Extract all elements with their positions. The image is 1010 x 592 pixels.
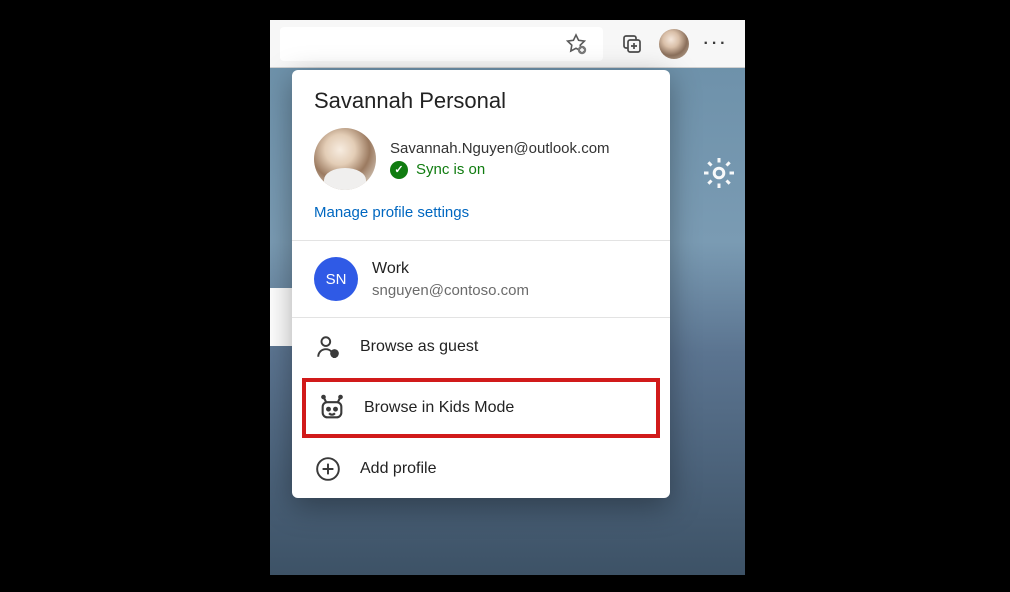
profile-button[interactable]	[655, 25, 693, 63]
browse-as-guest-item[interactable]: ? Browse as guest	[292, 318, 670, 376]
kids-mode-icon	[318, 394, 346, 422]
svg-text:?: ?	[333, 352, 337, 359]
more-button[interactable]: ···	[697, 25, 735, 63]
add-profile-label: Add profile	[360, 460, 437, 478]
collections-icon	[620, 32, 644, 56]
browse-as-guest-label: Browse as guest	[360, 338, 478, 356]
collections-button[interactable]	[613, 25, 651, 63]
profile-info: Savannah.Nguyen@outlook.com ✓ Sync is on	[390, 140, 610, 179]
work-profile-item[interactable]: SN Work snguyen@contoso.com	[292, 241, 670, 317]
settings-gear-icon	[701, 155, 737, 191]
browse-kids-mode-item[interactable]: Browse in Kids Mode	[302, 378, 660, 438]
manage-profile-link[interactable]: Manage profile settings	[314, 204, 469, 221]
current-profile-section: Savannah Personal Savannah.Nguyen@outloo…	[292, 70, 670, 240]
profile-email: Savannah.Nguyen@outlook.com	[390, 140, 610, 157]
profile-avatar	[314, 128, 376, 190]
work-profile-name: Work	[372, 260, 529, 278]
ellipsis-icon: ···	[704, 35, 729, 53]
guest-icon: ?	[315, 334, 341, 360]
browser-window: ··· Savannah Personal Savannah.Nguyen@ou…	[270, 20, 745, 575]
work-profile-email: snguyen@contoso.com	[372, 282, 529, 299]
profile-flyout: Savannah Personal Savannah.Nguyen@outloo…	[292, 70, 670, 498]
avatar-icon	[659, 29, 689, 59]
work-profile-info: Work snguyen@contoso.com	[372, 260, 529, 299]
browse-kids-mode-label: Browse in Kids Mode	[364, 399, 514, 417]
star-add-icon	[564, 32, 588, 56]
work-avatar: SN	[314, 257, 358, 301]
sync-status[interactable]: ✓ Sync is on	[390, 161, 610, 179]
add-icon	[315, 456, 341, 482]
sync-status-text: Sync is on	[416, 161, 485, 178]
address-bar[interactable]	[280, 27, 603, 61]
profile-name: Savannah Personal	[314, 88, 648, 114]
profile-identity-row: Savannah.Nguyen@outlook.com ✓ Sync is on	[314, 128, 648, 190]
browser-toolbar: ···	[270, 20, 745, 68]
check-icon: ✓	[390, 161, 408, 179]
favorite-button[interactable]	[557, 25, 595, 63]
add-profile-item[interactable]: Add profile	[292, 440, 670, 498]
